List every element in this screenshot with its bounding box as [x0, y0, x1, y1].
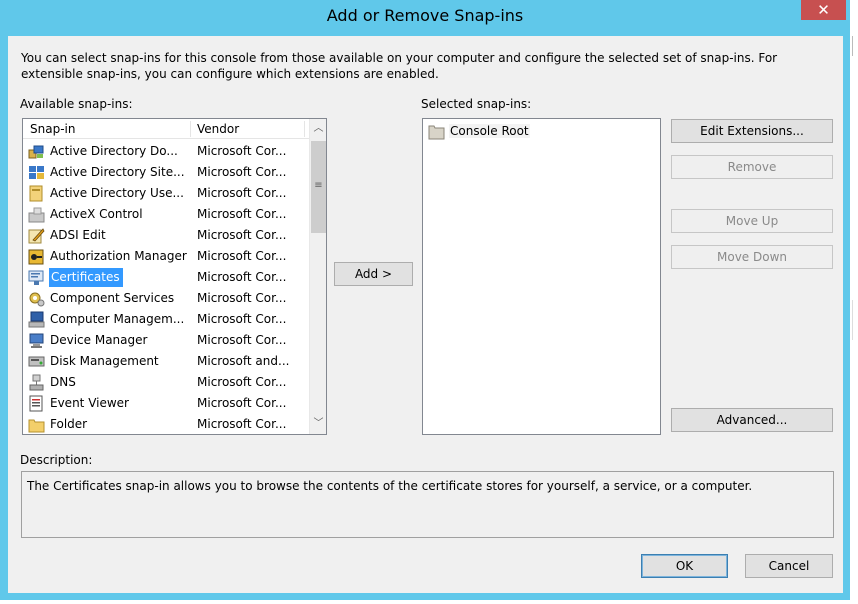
selected-snapins-list[interactable]: Console Root [422, 118, 661, 435]
list-item-name: Active Directory Do... [50, 144, 178, 158]
event-viewer-icon [28, 395, 45, 412]
description-label: Description: [20, 453, 93, 467]
list-item-name: Folder [50, 417, 88, 431]
cancel-button[interactable]: Cancel [745, 554, 833, 578]
scroll-up-arrow-icon[interactable]: ︿ [310, 120, 326, 137]
activex-control-icon [28, 206, 45, 223]
list-item[interactable]: Authorization Manager Microsoft Cor... [23, 246, 309, 267]
list-item[interactable]: Certificates Microsoft Cor... [23, 267, 309, 288]
console-root-folder-icon [428, 123, 445, 140]
dns-icon [28, 374, 45, 391]
list-item[interactable]: Console Root [423, 121, 543, 142]
selected-snapins-label: Selected snap-ins: [421, 97, 532, 111]
available-snapins-list[interactable]: Snap-in Vendor Active Directory Do... Mi… [22, 118, 327, 435]
background-divider [852, 300, 856, 340]
list-item-vendor: Microsoft and... [197, 354, 290, 368]
list-item[interactable]: Folder Microsoft Cor... [23, 414, 309, 434]
certificates-icon [28, 269, 45, 286]
authorization-manager-icon [28, 248, 45, 265]
move-up-button[interactable]: Move Up [671, 209, 833, 233]
intro-text: You can select snap-ins for this console… [21, 51, 778, 81]
window-title: Add or Remove Snap-ins [326, 6, 524, 25]
move-down-button[interactable]: Move Down [671, 245, 833, 269]
list-item[interactable]: Component Services Microsoft Cor... [23, 288, 309, 309]
list-item-name: Authorization Manager [50, 249, 187, 263]
scroll-down-arrow-icon[interactable]: ﹀ [310, 415, 326, 432]
dialog-window: Add or Remove Snap-ins ✕ You can select … [0, 0, 850, 600]
edit-extensions-button[interactable]: Edit Extensions... [671, 119, 833, 143]
close-button[interactable]: ✕ [801, 0, 846, 20]
list-item-name: DNS [50, 375, 76, 389]
list-item-vendor: Microsoft Cor... [197, 207, 287, 221]
folder-icon [28, 416, 45, 433]
list-item-vendor: Microsoft Cor... [197, 165, 287, 179]
list-item[interactable]: DNS Microsoft Cor... [23, 372, 309, 393]
active-directory-users-icon [28, 185, 45, 202]
list-item-name: Disk Management [50, 354, 159, 368]
list-item[interactable]: Event Viewer Microsoft Cor... [23, 393, 309, 414]
device-manager-icon [28, 332, 45, 349]
list-item-vendor: Microsoft Cor... [197, 144, 287, 158]
active-directory-sites-icon [28, 164, 45, 181]
list-item-vendor: Microsoft Cor... [197, 270, 287, 284]
ok-button[interactable]: OK [641, 554, 728, 578]
column-header-snapin[interactable]: Snap-in [30, 122, 75, 136]
list-item-name: Active Directory Site... [50, 165, 185, 179]
list-item-vendor: Microsoft Cor... [197, 228, 287, 242]
list-item-name: Computer Managem... [50, 312, 185, 326]
list-item-vendor: Microsoft Cor... [197, 333, 287, 347]
list-item-name: Active Directory Use... [50, 186, 184, 200]
column-divider[interactable] [190, 121, 191, 137]
background-strip [850, 0, 858, 604]
vertical-scrollbar[interactable]: ︿ ≡ ﹀ [309, 119, 326, 434]
list-item-name: Event Viewer [50, 396, 129, 410]
list-header: Snap-in Vendor [23, 119, 309, 139]
list-item-vendor: Microsoft Cor... [197, 186, 287, 200]
list-item[interactable]: ADSI Edit Microsoft Cor... [23, 225, 309, 246]
description-box: The Certificates snap-in allows you to b… [21, 471, 834, 538]
list-item[interactable]: Device Manager Microsoft Cor... [23, 330, 309, 351]
list-item-vendor: Microsoft Cor... [197, 396, 287, 410]
list-item-name: Console Root [449, 124, 530, 138]
list-item-name: Device Manager [50, 333, 148, 347]
list-item-name: ADSI Edit [50, 228, 106, 242]
computer-management-icon [28, 311, 45, 328]
description-text: The Certificates snap-in allows you to b… [27, 479, 753, 493]
list-item[interactable]: Active Directory Site... Microsoft Cor..… [23, 162, 309, 183]
list-item-name: Component Services [50, 291, 175, 305]
list-item-vendor: Microsoft Cor... [197, 249, 287, 263]
column-divider[interactable] [304, 121, 305, 137]
list-item[interactable]: Active Directory Use... Microsoft Cor... [23, 183, 309, 204]
list-item-vendor: Microsoft Cor... [197, 417, 287, 431]
list-item[interactable]: ActiveX Control Microsoft Cor... [23, 204, 309, 225]
list-item-vendor: Microsoft Cor... [197, 312, 287, 326]
scrollbar-grip-icon: ≡ [314, 180, 323, 191]
list-item[interactable]: Computer Managem... Microsoft Cor... [23, 309, 309, 330]
add-button[interactable]: Add > [334, 262, 413, 286]
adsi-edit-icon [28, 227, 45, 244]
background-divider [852, 36, 856, 56]
remove-button[interactable]: Remove [671, 155, 833, 179]
advanced-button[interactable]: Advanced... [671, 408, 833, 432]
list-item[interactable]: Active Directory Do... Microsoft Cor... [23, 141, 309, 162]
list-item-name: Certificates [49, 268, 123, 287]
column-header-vendor[interactable]: Vendor [197, 122, 239, 136]
list-item-name: ActiveX Control [50, 207, 143, 221]
available-snapins-label: Available snap-ins: [20, 97, 133, 111]
list-item[interactable]: Disk Management Microsoft and... [23, 351, 309, 372]
disk-management-icon [28, 353, 45, 370]
dialog-client-area: You can select snap-ins for this console… [8, 36, 843, 593]
list-item-vendor: Microsoft Cor... [197, 291, 287, 305]
component-services-icon [28, 290, 45, 307]
active-directory-domains-icon [28, 143, 45, 160]
list-item-vendor: Microsoft Cor... [197, 375, 287, 389]
